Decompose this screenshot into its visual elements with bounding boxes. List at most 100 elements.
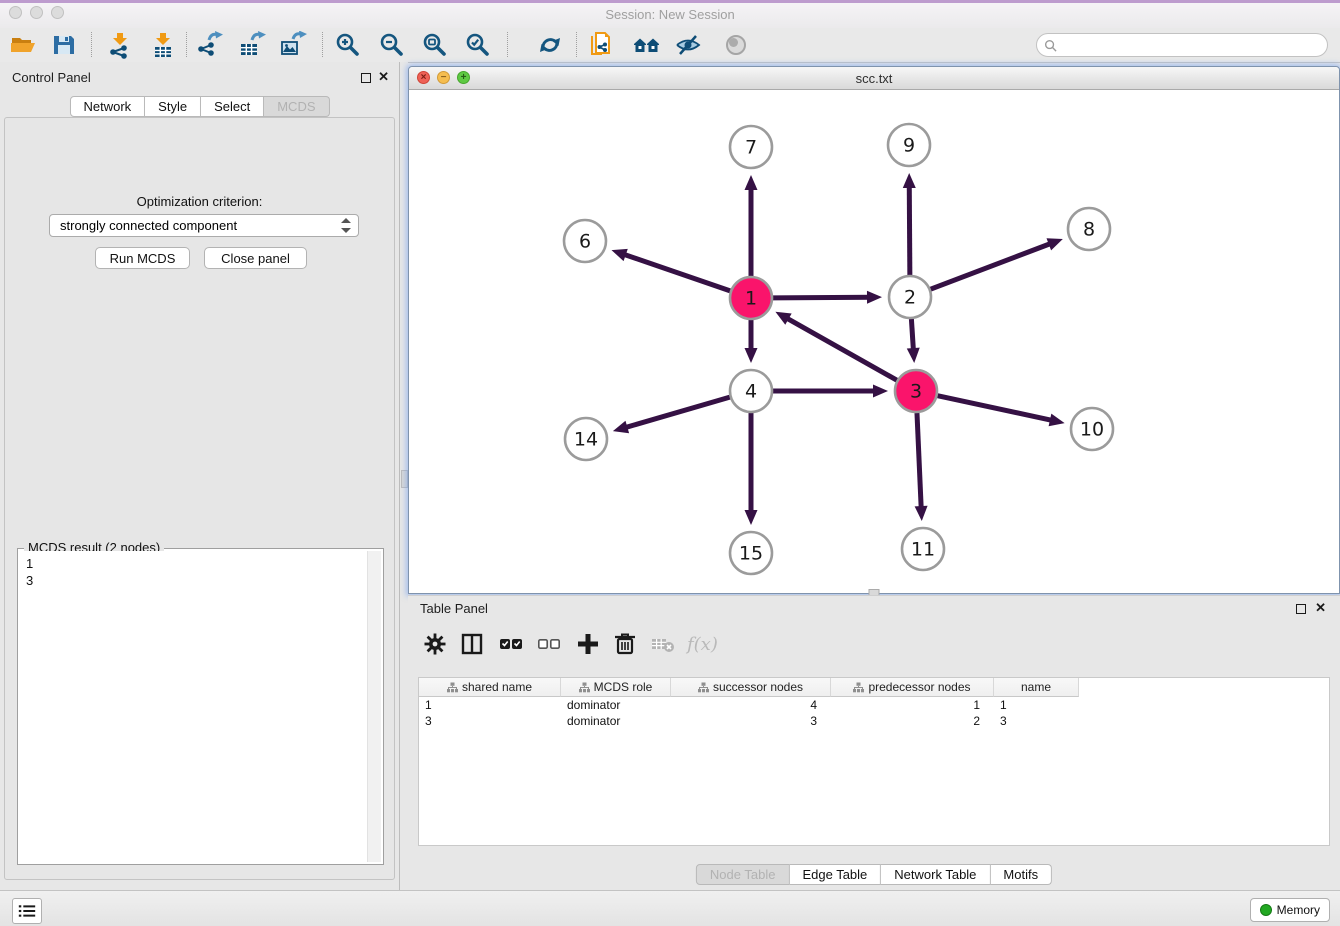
float-panel-icon[interactable] xyxy=(1296,604,1306,614)
tab-network[interactable]: Network xyxy=(69,96,145,117)
import-network-icon[interactable] xyxy=(106,31,134,59)
zoom-selected-icon[interactable] xyxy=(464,31,492,59)
task-history-button[interactable] xyxy=(12,898,42,924)
open-session-icon[interactable] xyxy=(9,31,37,59)
control-panel: Control Panel ✕ NetworkStyleSelectMCDS O… xyxy=(0,62,400,890)
node-label-9: 9 xyxy=(903,135,915,157)
column-header-shared-name[interactable]: shared name xyxy=(419,678,561,697)
column-header-name[interactable]: name xyxy=(994,678,1079,697)
column-label: successor nodes xyxy=(713,680,803,694)
column-browser-icon[interactable] xyxy=(458,630,486,658)
table-cell[interactable]: 1 xyxy=(994,697,1079,713)
edge-1-2[interactable] xyxy=(773,297,873,298)
splitter-grip[interactable] xyxy=(401,470,408,488)
edge-2-9[interactable] xyxy=(909,182,910,275)
tab-edge-table[interactable]: Edge Table xyxy=(789,864,881,885)
network-title: scc.txt xyxy=(409,67,1339,89)
network-canvas[interactable]: 7968124314101511 xyxy=(409,90,1339,593)
column-header-predecessor-nodes[interactable]: predecessor nodes xyxy=(831,678,994,697)
settings-gear-icon[interactable] xyxy=(421,630,449,658)
mcds-tab-content: Optimization criterion: strongly connect… xyxy=(4,117,395,880)
zoom-out-icon[interactable] xyxy=(378,31,406,59)
table-header-row: shared name MCDS role successor nodes prede… xyxy=(419,678,1329,697)
arrowhead-icon xyxy=(915,506,928,521)
memory-button[interactable]: Memory xyxy=(1250,898,1330,922)
zoom-fit-icon[interactable] xyxy=(421,31,449,59)
function-builder-icon: f(x) xyxy=(687,634,715,662)
node-label-1: 1 xyxy=(745,288,757,310)
column-label: predecessor nodes xyxy=(868,680,970,694)
table-cell[interactable]: 3 xyxy=(671,713,831,729)
edge-1-6[interactable] xyxy=(620,253,730,291)
search-field xyxy=(1036,33,1328,57)
column-header-successor-nodes[interactable]: successor nodes xyxy=(671,678,831,697)
edge-2-8[interactable] xyxy=(931,242,1055,289)
table-row[interactable]: 1dominator411 xyxy=(419,697,1329,713)
zoom-in-icon[interactable] xyxy=(334,31,362,59)
tab-select[interactable]: Select xyxy=(201,96,264,117)
edge-3-11[interactable] xyxy=(917,413,921,512)
vertical-splitter[interactable] xyxy=(400,62,408,890)
first-neighbors-icon[interactable] xyxy=(633,31,661,59)
app-titlebar: Session: New Session xyxy=(0,0,1340,29)
clone-network-icon[interactable] xyxy=(587,31,615,59)
edge-3-1[interactable] xyxy=(783,316,897,380)
export-image-icon[interactable] xyxy=(279,31,307,59)
close-panel-icon[interactable]: ✕ xyxy=(1315,600,1326,616)
show-all-icon[interactable] xyxy=(722,31,750,59)
node-label-8: 8 xyxy=(1083,219,1095,241)
network-window: × − + scc.txt 7968124314101511 xyxy=(408,66,1340,594)
deselect-all-rows-icon[interactable] xyxy=(535,630,563,658)
hierarchy-icon xyxy=(698,682,709,693)
import-table-icon[interactable] xyxy=(149,31,177,59)
table-cell[interactable]: 3 xyxy=(419,713,561,729)
mcds-result-item[interactable]: 3 xyxy=(26,572,368,589)
refresh-icon[interactable] xyxy=(536,31,564,59)
export-table-icon[interactable] xyxy=(238,31,266,59)
save-session-icon[interactable] xyxy=(50,31,78,59)
tab-network-table[interactable]: Network Table xyxy=(881,864,990,885)
select-all-rows-icon[interactable] xyxy=(497,630,525,658)
column-label: MCDS role xyxy=(594,680,653,694)
memory-status-icon xyxy=(1260,904,1272,916)
float-panel-icon[interactable] xyxy=(361,73,371,83)
toolbar-separator xyxy=(507,32,508,57)
table-cell[interactable]: 2 xyxy=(831,713,994,729)
arrowhead-icon xyxy=(613,421,629,433)
network-window-titlebar[interactable]: × − + scc.txt xyxy=(409,67,1339,90)
tab-node-table[interactable]: Node Table xyxy=(696,864,790,885)
toolbar-separator xyxy=(322,32,323,57)
table-cell[interactable]: 3 xyxy=(994,713,1079,729)
close-panel-icon[interactable]: ✕ xyxy=(378,69,389,85)
tab-mcds[interactable]: MCDS xyxy=(264,96,329,117)
tab-style[interactable]: Style xyxy=(145,96,201,117)
memory-label: Memory xyxy=(1277,903,1320,917)
edge-4-14[interactable] xyxy=(622,397,730,429)
table-cell[interactable]: 1 xyxy=(831,697,994,713)
search-icon xyxy=(1044,39,1057,52)
mcds-result-item[interactable]: 1 xyxy=(26,555,368,572)
hide-selected-icon[interactable] xyxy=(674,31,702,59)
table-cell[interactable]: dominator xyxy=(561,713,671,729)
criterion-select[interactable]: strongly connected component xyxy=(49,214,359,237)
node-label-2: 2 xyxy=(904,287,916,309)
table-row[interactable]: 3dominator323 xyxy=(419,713,1329,729)
column-header-MCDS-role[interactable]: MCDS role xyxy=(561,678,671,697)
export-network-icon[interactable] xyxy=(196,31,224,59)
result-scrollbar[interactable] xyxy=(367,551,381,862)
table-cell[interactable]: 1 xyxy=(419,697,561,713)
table-panel-title: Table Panel xyxy=(420,601,488,616)
table-cell[interactable]: dominator xyxy=(561,697,671,713)
table-cell[interactable]: 4 xyxy=(671,697,831,713)
table-panel: Table Panel ✕ xyxy=(408,595,1340,890)
arrowhead-icon xyxy=(903,173,916,188)
edge-3-10[interactable] xyxy=(938,396,1056,422)
run-mcds-button[interactable]: Run MCDS xyxy=(95,247,190,269)
delete-column-icon[interactable] xyxy=(611,630,639,658)
toolbar-separator xyxy=(91,32,92,57)
search-input[interactable] xyxy=(1057,36,1327,54)
arrowhead-icon xyxy=(1049,414,1065,427)
add-column-icon[interactable] xyxy=(574,630,602,658)
tab-motifs[interactable]: Motifs xyxy=(990,864,1052,885)
close-panel-button[interactable]: Close panel xyxy=(204,247,307,269)
